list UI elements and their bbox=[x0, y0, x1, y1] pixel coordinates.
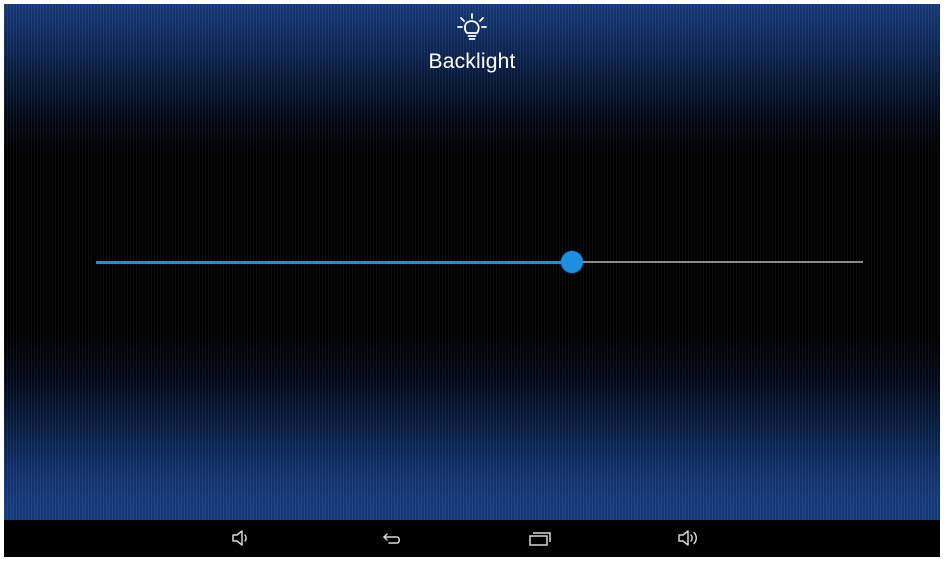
recent-apps-icon bbox=[529, 532, 551, 546]
back-button[interactable] bbox=[374, 524, 410, 552]
volume-up-icon bbox=[678, 530, 697, 546]
slider-fill bbox=[96, 261, 572, 264]
volume-up-button[interactable] bbox=[672, 524, 708, 552]
device-screen: Backlight bbox=[4, 4, 940, 557]
page-title: Backlight bbox=[428, 50, 516, 73]
slider-thumb[interactable] bbox=[560, 251, 583, 273]
navigation-bar bbox=[4, 520, 940, 557]
volume-down-icon bbox=[232, 530, 247, 546]
back-icon bbox=[383, 533, 400, 544]
header: Backlight bbox=[4, 12, 940, 74]
backlight-panel: Backlight bbox=[4, 4, 940, 520]
lightbulb-icon bbox=[457, 13, 487, 40]
recent-apps-button[interactable] bbox=[522, 524, 558, 552]
volume-down-button[interactable] bbox=[224, 524, 260, 552]
backlight-slider[interactable] bbox=[96, 247, 863, 277]
